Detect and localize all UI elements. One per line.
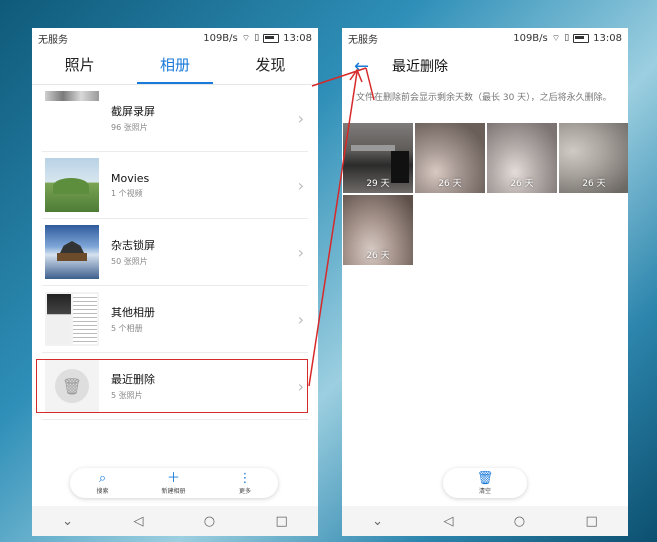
home-circle-icon[interactable]: ○ xyxy=(514,514,525,529)
album-count: 1 个视频 xyxy=(111,188,143,198)
recents-square-icon[interactable]: □ xyxy=(276,514,288,529)
more-button[interactable]: ⋮ 更多 xyxy=(238,472,251,495)
chevron-right-icon: › xyxy=(297,108,304,128)
chevron-down-icon[interactable]: ⌄ xyxy=(62,514,73,529)
clock: 13:08 xyxy=(593,32,622,44)
annotation-highlight-box xyxy=(36,359,308,413)
tab-albums[interactable]: 相册 xyxy=(127,48,222,84)
system-nav-bar: ⌄ ◁ ○ □ xyxy=(32,506,318,536)
title-bar: ← 最近删除 xyxy=(342,48,628,84)
more-icon: ⋮ xyxy=(238,470,252,486)
network-speed: 109B/s xyxy=(513,32,548,44)
sim-icon: ▯ xyxy=(254,33,260,43)
back-triangle-icon[interactable]: ◁ xyxy=(443,514,453,529)
album-item-movies[interactable]: Movies 1 个视频 › xyxy=(42,152,308,219)
deleted-photo-thumb[interactable]: 29 天 xyxy=(343,123,413,193)
album-item-magazine-lock[interactable]: 杂志锁屏 50 张照片 › xyxy=(42,219,308,286)
battery-icon xyxy=(263,33,280,43)
album-thumbnail xyxy=(45,292,99,346)
back-triangle-icon[interactable]: ◁ xyxy=(133,514,143,529)
plus-icon: ＋ xyxy=(166,470,180,486)
clock: 13:08 xyxy=(283,32,312,44)
carrier-text: 无服务 xyxy=(38,34,68,46)
album-count: 50 张照片 xyxy=(111,257,148,266)
deleted-photo-thumb[interactable]: 26 天 xyxy=(415,123,485,193)
battery-icon xyxy=(573,33,590,43)
sim-icon: ▯ xyxy=(564,33,570,43)
album-name: 截屏录屏 xyxy=(111,105,155,118)
deleted-photo-thumb[interactable]: 26 天 xyxy=(343,195,413,265)
phone-screen-albums: 无服务 109B/s ⌔ ▯ 13:08 照片 相册 发现 截屏录屏 96 张照… xyxy=(32,28,318,536)
album-thumbnail xyxy=(45,158,99,212)
days-remaining: 26 天 xyxy=(582,179,606,189)
back-arrow-icon[interactable]: ← xyxy=(354,56,378,77)
trash-icon: 🗑 xyxy=(476,470,494,486)
chevron-down-icon[interactable]: ⌄ xyxy=(372,514,383,529)
album-thumbnail xyxy=(45,225,99,279)
chevron-right-icon: › xyxy=(297,242,304,262)
album-thumbnail xyxy=(45,91,99,145)
new-album-button[interactable]: ＋ 新建相册 xyxy=(161,472,185,495)
days-remaining: 26 天 xyxy=(366,251,390,261)
tab-discover[interactable]: 发现 xyxy=(223,48,318,84)
search-button[interactable]: ⌕ 搜索 xyxy=(96,472,108,495)
recents-square-icon[interactable]: □ xyxy=(586,514,598,529)
chevron-right-icon: › xyxy=(297,309,304,329)
wifi-icon: ⌔ xyxy=(551,33,561,44)
phone-screen-recently-deleted: 无服务 109B/s ⌔ ▯ 13:08 ← 最近删除 文件在删除前会显示剩余天… xyxy=(342,28,628,536)
search-icon: ⌕ xyxy=(98,470,107,486)
album-name: 杂志锁屏 xyxy=(111,239,155,252)
status-bar: 无服务 109B/s ⌔ ▯ 13:08 xyxy=(32,28,318,48)
network-speed: 109B/s xyxy=(203,32,238,44)
page-title: 最近删除 xyxy=(392,59,448,75)
tab-photos[interactable]: 照片 xyxy=(32,48,127,84)
days-remaining: 29 天 xyxy=(366,179,390,189)
album-item-screenshots[interactable]: 截屏录屏 96 张照片 › xyxy=(42,85,308,152)
album-name: 其他相册 xyxy=(111,306,155,319)
carrier-text: 无服务 xyxy=(348,34,378,46)
album-count: 96 张照片 xyxy=(111,123,148,132)
album-item-other[interactable]: 其他相册 5 个相册 › xyxy=(42,286,308,353)
bottom-toolbar: ⌕ 搜索 ＋ 新建相册 ⋮ 更多 xyxy=(70,468,278,498)
deleted-photo-thumb[interactable]: 26 天 xyxy=(559,123,628,193)
clear-all-button[interactable]: 🗑 清空 xyxy=(443,468,527,498)
status-bar: 无服务 109B/s ⌔ ▯ 13:08 xyxy=(342,28,628,48)
home-circle-icon[interactable]: ○ xyxy=(204,514,215,529)
system-nav-bar: ⌄ ◁ ○ □ xyxy=(342,506,628,536)
days-remaining: 26 天 xyxy=(438,179,462,189)
album-name: Movies xyxy=(111,171,150,185)
chevron-right-icon: › xyxy=(297,175,304,195)
tab-bar: 照片 相册 发现 xyxy=(32,48,318,85)
album-count: 5 个相册 xyxy=(111,324,143,333)
days-remaining: 26 天 xyxy=(510,179,534,189)
retention-info-text: 文件在删除前会显示剩余天数（最长 30 天），之后将永久删除。 xyxy=(356,93,612,103)
wifi-icon: ⌔ xyxy=(241,33,251,44)
deleted-photo-thumb[interactable]: 26 天 xyxy=(487,123,557,193)
